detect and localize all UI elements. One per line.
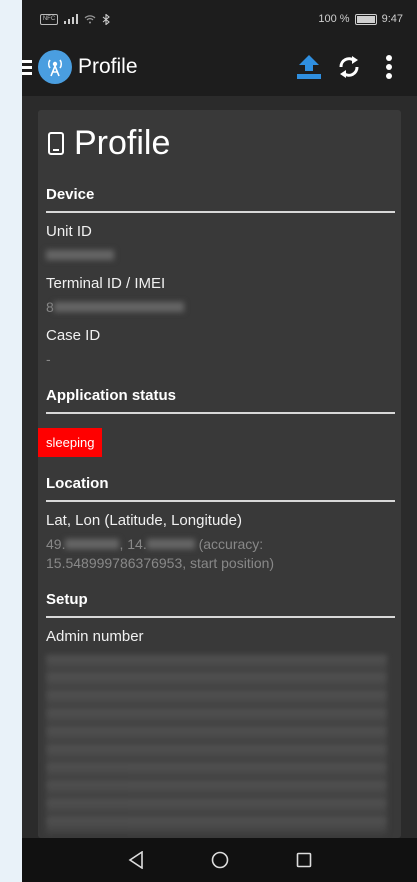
section-setup: Setup: [46, 581, 395, 618]
latlon-label: Lat, Lon (Latitude, Longitude): [46, 512, 242, 529]
battery-icon: [354, 13, 377, 25]
wifi-icon: [84, 15, 96, 24]
section-app-status: Application status: [46, 377, 395, 414]
terminal-id-label: Terminal ID / IMEI: [46, 275, 166, 292]
terminal-id-value: 8: [46, 292, 401, 317]
unit-id-value: [46, 240, 401, 265]
upload-icon[interactable]: [289, 47, 329, 87]
status-left: NFC: [40, 13, 110, 25]
more-vert-icon[interactable]: [369, 47, 409, 87]
system-nav-bar: [22, 838, 417, 882]
admin-number-label: Admin number: [46, 628, 144, 645]
main-content: Profile Device Unit ID Terminal ID / IME…: [22, 96, 417, 838]
recents-icon[interactable]: [292, 848, 316, 872]
phone-screen: NFC 100 % 9:47 Profile Profile Device Un…: [22, 0, 417, 882]
smartphone-icon: [48, 131, 64, 155]
battery-percent: 100 %: [318, 13, 350, 25]
case-id-value: -: [46, 351, 51, 367]
lon-prefix: , 14.: [119, 536, 147, 552]
bluetooth-icon: [102, 13, 110, 25]
page-title: Profile: [78, 55, 138, 78]
admin-number-value: [46, 655, 387, 835]
card-title: Profile: [46, 110, 401, 176]
section-location: Location: [46, 465, 395, 502]
sync-icon[interactable]: [329, 47, 369, 87]
status-badge: sleeping: [38, 428, 103, 457]
app-bar: Profile: [22, 38, 417, 96]
clock: 9:47: [381, 13, 403, 25]
nfc-icon: NFC: [40, 13, 58, 25]
status-bar: NFC 100 % 9:47: [22, 0, 417, 38]
home-icon[interactable]: [208, 848, 232, 872]
back-icon[interactable]: [124, 848, 148, 872]
latlon-value: 49., 14. (accuracy: 15.548999786376953, …: [46, 529, 401, 573]
lat-prefix: 49.: [46, 536, 66, 552]
menu-icon[interactable]: [22, 59, 32, 75]
profile-card: Profile Device Unit ID Terminal ID / IME…: [38, 110, 401, 838]
card-title-text: Profile: [74, 123, 171, 162]
signal-icon: [64, 14, 78, 24]
section-device: Device: [46, 176, 395, 213]
case-id-label: Case ID: [46, 327, 101, 344]
terminal-id-prefix: 8: [46, 299, 54, 315]
status-right: 100 % 9:47: [318, 13, 403, 25]
app-logo-icon[interactable]: [38, 50, 72, 84]
unit-id-label: Unit ID: [46, 223, 92, 240]
